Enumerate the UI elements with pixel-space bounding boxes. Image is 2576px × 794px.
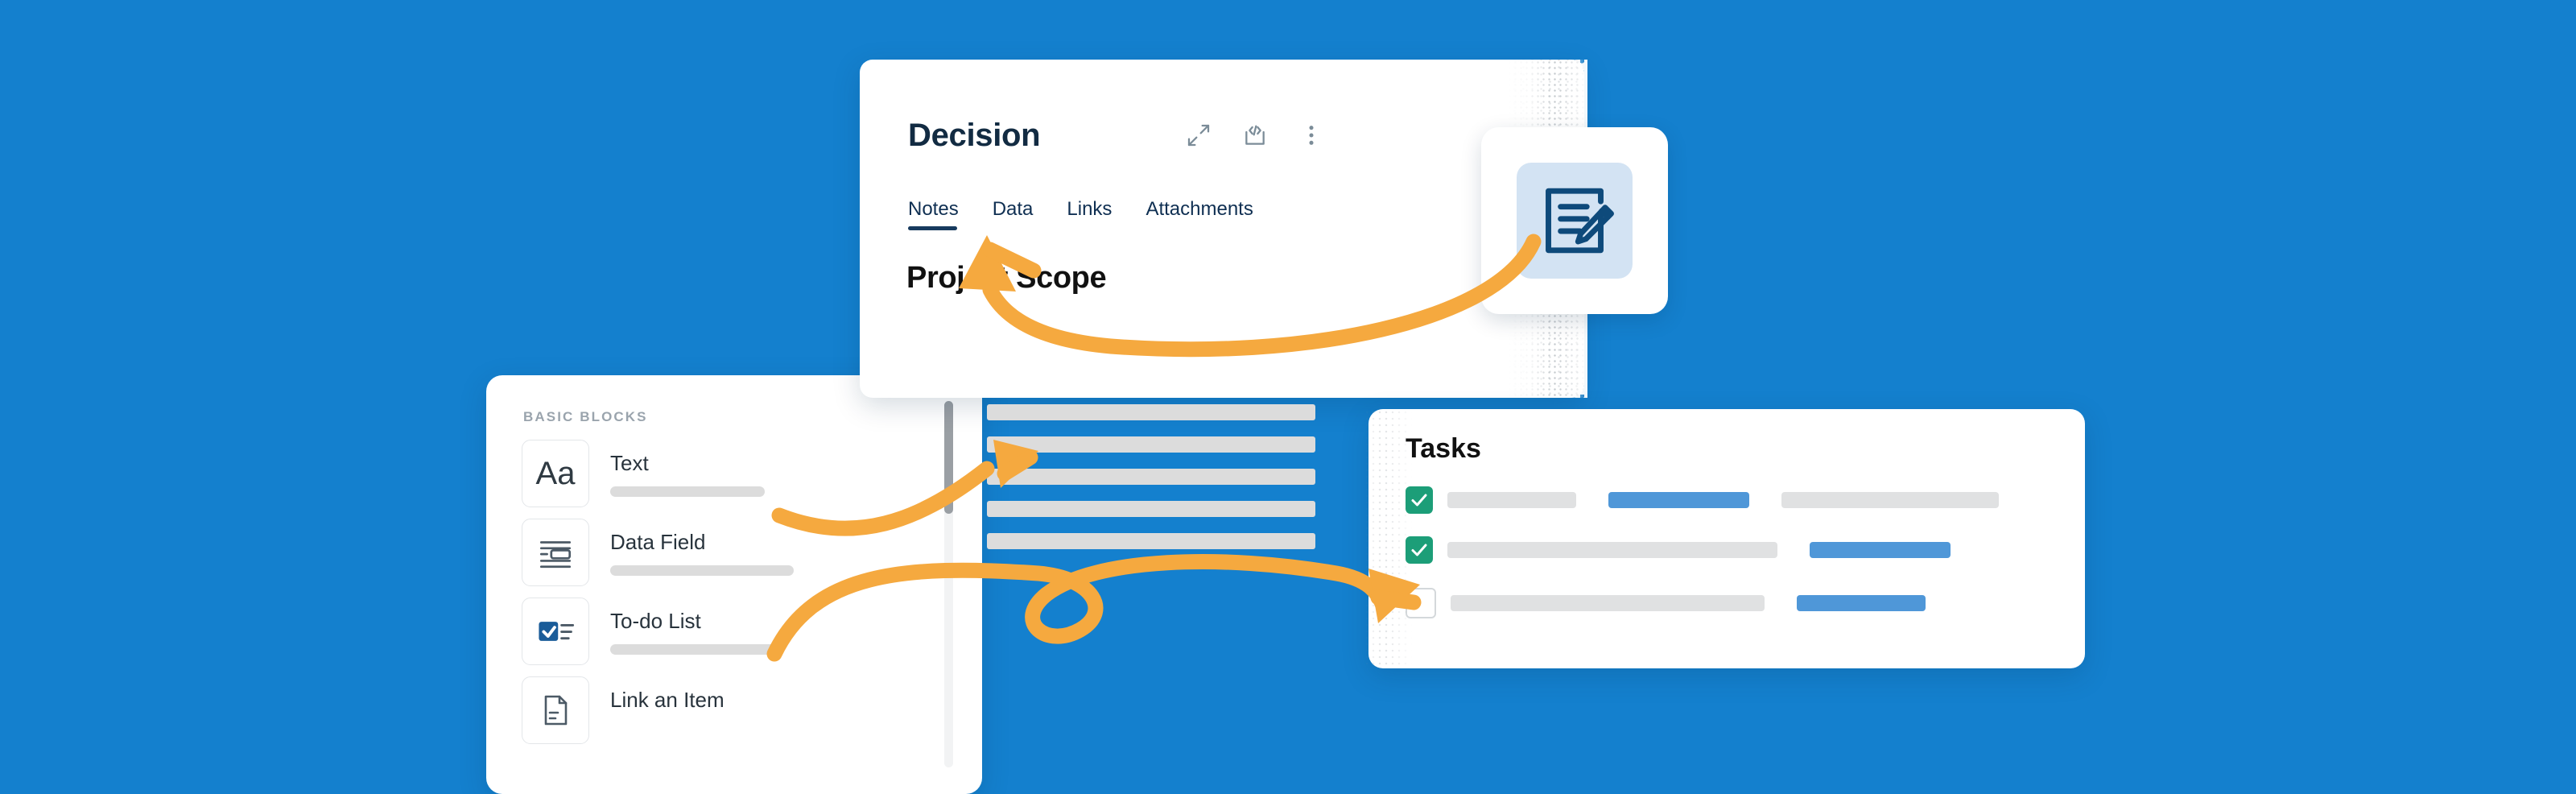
block-item-placeholder-bar	[610, 486, 765, 497]
task-checkbox-unchecked[interactable]	[1406, 588, 1436, 618]
task-checkbox-checked[interactable]	[1406, 486, 1433, 514]
basic-blocks-panel: BASIC BLOCKS Aa Text Data Field To-do Li…	[486, 375, 982, 794]
tab-attachments[interactable]: Attachments	[1146, 198, 1253, 230]
task-tag-placeholder	[1608, 492, 1749, 508]
decision-note-card: Decision Notes Data Links Attachments Pr…	[860, 60, 1587, 549]
block-item-label: Text	[610, 451, 649, 475]
more-options-icon[interactable]	[1298, 122, 1324, 148]
task-text-placeholder	[1781, 492, 1999, 508]
link-item-icon	[522, 676, 589, 744]
aa-text-icon: Aa	[522, 440, 589, 507]
tasks-card: Tasks	[1364, 409, 2085, 668]
tab-data[interactable]: Data	[993, 198, 1034, 230]
tab-links[interactable]: Links	[1067, 198, 1112, 230]
task-tag-placeholder	[1797, 595, 1926, 611]
note-body-line	[987, 533, 1315, 549]
note-body-line	[987, 436, 1315, 453]
document-badge	[1481, 127, 1668, 314]
expand-icon[interactable]	[1186, 122, 1212, 148]
decision-tabs: Notes Data Links Attachments	[908, 198, 1253, 230]
note-body-line	[987, 501, 1315, 517]
task-checkbox-checked[interactable]	[1406, 536, 1433, 564]
tasks-title: Tasks	[1406, 433, 1481, 464]
block-item-label: Link an Item	[610, 688, 724, 712]
task-text-placeholder	[1447, 542, 1777, 558]
card-rough-edge	[1364, 409, 1412, 668]
task-text-placeholder	[1447, 492, 1576, 508]
note-body-line	[987, 404, 1315, 420]
task-tag-placeholder	[1810, 542, 1951, 558]
block-item-data-field[interactable]: Data Field	[522, 519, 956, 593]
basic-blocks-section-label: BASIC BLOCKS	[523, 409, 648, 424]
illustration-stage: BASIC BLOCKS Aa Text Data Field To-do Li…	[0, 0, 2576, 794]
data-field-icon	[522, 519, 589, 586]
embed-code-icon[interactable]	[1242, 122, 1268, 148]
block-item-link-an-item[interactable]: Link an Item	[522, 676, 956, 751]
block-item-placeholder-bar	[610, 565, 794, 576]
block-item-label: Data Field	[610, 530, 706, 554]
block-item-label: To-do List	[610, 609, 701, 633]
block-item-text[interactable]: Aa Text	[522, 440, 956, 514]
note-body-line	[987, 469, 1315, 485]
note-body-placeholder	[987, 404, 1315, 565]
todo-list-icon	[522, 598, 589, 665]
blocks-scrollbar[interactable]	[944, 401, 953, 514]
task-row[interactable]	[1406, 536, 1951, 564]
tab-notes[interactable]: Notes	[908, 198, 959, 230]
block-item-todo-list[interactable]: To-do List	[522, 598, 956, 672]
task-text-placeholder	[1451, 595, 1765, 611]
page-title: Decision	[908, 118, 1041, 153]
task-row[interactable]	[1406, 588, 1926, 618]
document-edit-icon	[1517, 163, 1633, 279]
note-heading: Project Scope	[906, 261, 1107, 295]
block-item-placeholder-bar	[610, 644, 781, 655]
decision-header-actions	[1186, 122, 1324, 148]
task-row[interactable]	[1406, 486, 1999, 514]
